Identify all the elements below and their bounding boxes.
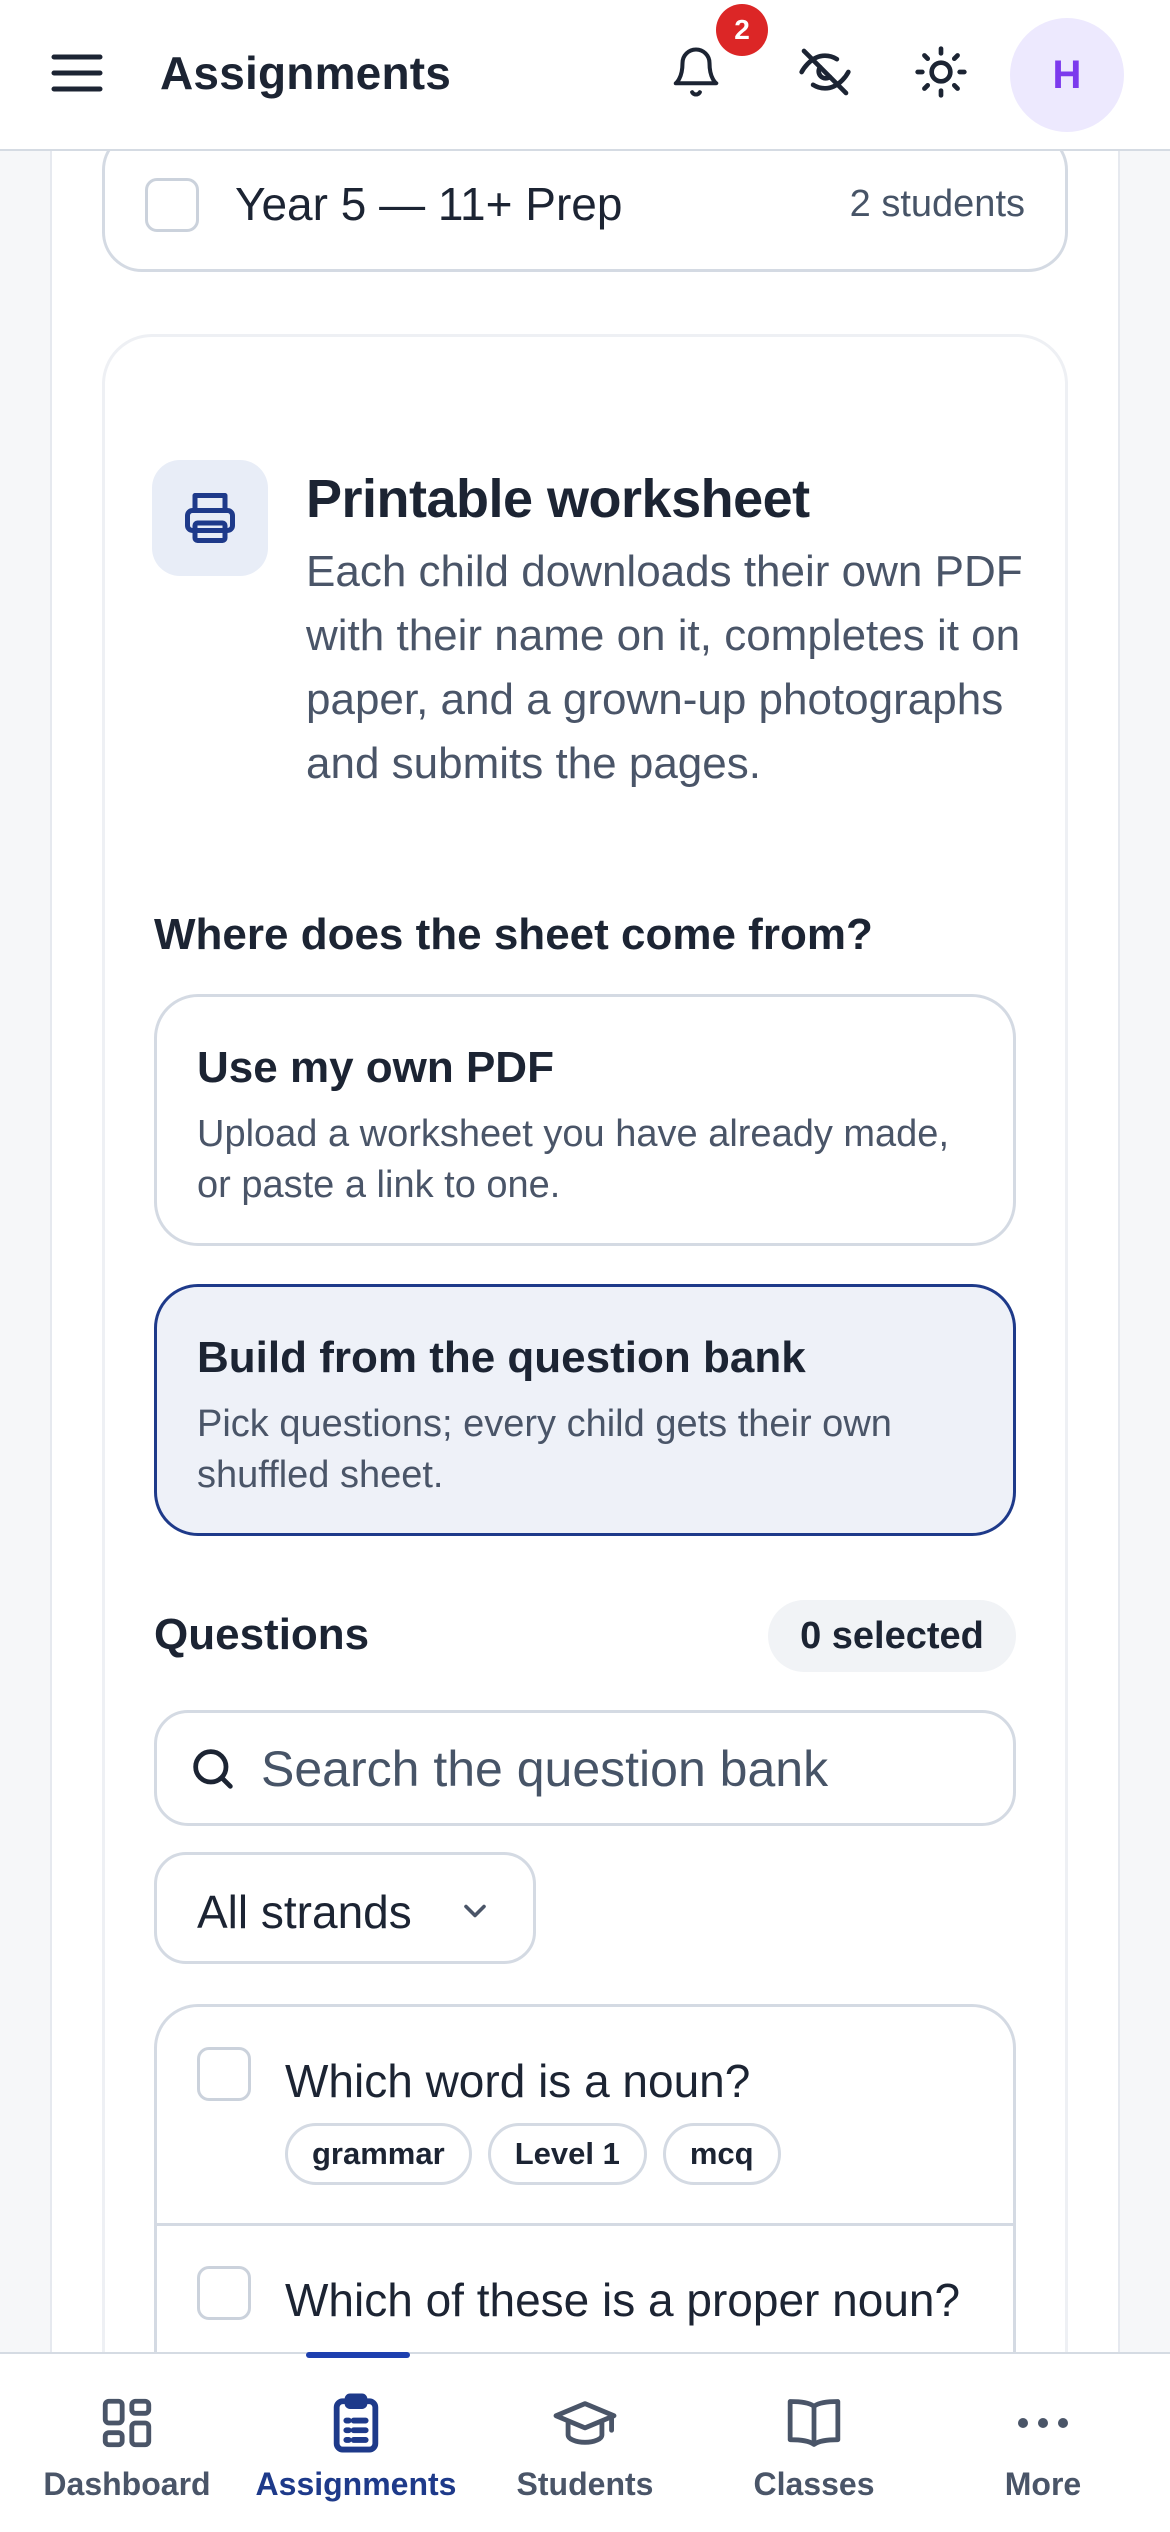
class-row[interactable]: Year 5 — 11+ Prep 2 students [102, 130, 1068, 272]
tag-type: mcq [662, 2123, 781, 2185]
question-text: Which of these is a proper noun? [285, 2274, 961, 2326]
question-tags: grammar Level 1 mcq [285, 2123, 781, 2185]
student-count: 2 students [849, 183, 1025, 225]
book-icon [783, 2390, 845, 2456]
option-description: Upload a worksheet you have already made… [197, 1113, 950, 1206]
question-checkbox[interactable] [197, 2047, 251, 2101]
graduation-cap-icon [553, 2390, 617, 2456]
menu-button[interactable] [50, 40, 128, 110]
class-name: Year 5 — 11+ Prep [235, 178, 623, 230]
option-title: Build from the question bank [197, 1333, 806, 1382]
questions-heading: Questions [154, 1610, 370, 1659]
nav-label: Classes [753, 2466, 875, 2502]
active-tab-indicator [306, 2352, 410, 2358]
question-search[interactable] [154, 1710, 1016, 1826]
option-question-bank[interactable]: Build from the question bank Pick questi… [154, 1284, 1016, 1536]
nav-dashboard[interactable]: Dashboard [10, 2354, 244, 2532]
printer-icon [152, 460, 268, 576]
more-icon [1015, 2390, 1071, 2456]
question-text: Which word is a noun? [285, 2055, 751, 2107]
bell-icon [669, 45, 723, 104]
privacy-toggle-button[interactable] [785, 34, 865, 114]
search-icon [187, 1743, 239, 1800]
bottom-nav: Dashboard Assignments Students Classes M… [0, 2352, 1170, 2532]
option-own-pdf[interactable]: Use my own PDF Upload a worksheet you ha… [154, 994, 1016, 1246]
hamburger-icon [50, 51, 104, 100]
nav-more[interactable]: More [926, 2354, 1160, 2532]
avatar[interactable]: H [1010, 18, 1124, 132]
sun-icon [913, 44, 969, 105]
tag-strand: grammar [285, 2123, 472, 2185]
worksheet-description: Each child downloads their own PDF with … [306, 547, 1023, 788]
class-checkbox[interactable] [145, 178, 199, 232]
chevron-down-icon [457, 1893, 493, 1934]
dashboard-icon [98, 2390, 156, 2456]
question-checkbox[interactable] [197, 2266, 251, 2320]
worksheet-title: Printable worksheet [306, 469, 810, 529]
nav-label: Assignments [255, 2466, 457, 2502]
nav-students[interactable]: Students [468, 2354, 702, 2532]
option-description: Pick questions; every child gets their o… [197, 1403, 892, 1496]
divider [157, 2223, 1013, 2226]
search-input[interactable] [261, 1733, 991, 1805]
clipboard-icon [327, 2390, 385, 2456]
nav-assignments[interactable]: Assignments [239, 2354, 473, 2532]
theme-toggle-button[interactable] [901, 34, 981, 114]
top-bar: Assignments 2 H [0, 0, 1170, 151]
option-title: Use my own PDF [197, 1043, 554, 1092]
strand-filter-dropdown[interactable]: All strands [154, 1852, 536, 1964]
notification-badge: 2 [716, 4, 768, 56]
page-title: Assignments [160, 47, 452, 99]
nav-label: More [1004, 2466, 1082, 2502]
tag-level: Level 1 [487, 2123, 647, 2185]
strand-filter-value: All strands [197, 1886, 412, 1938]
nav-classes[interactable]: Classes [697, 2354, 931, 2532]
eye-off-icon [797, 44, 853, 105]
source-question: Where does the sheet come from? [154, 910, 873, 959]
nav-label: Dashboard [43, 2466, 211, 2502]
nav-label: Students [516, 2466, 654, 2502]
selected-count-badge: 0 selected [768, 1600, 1016, 1672]
